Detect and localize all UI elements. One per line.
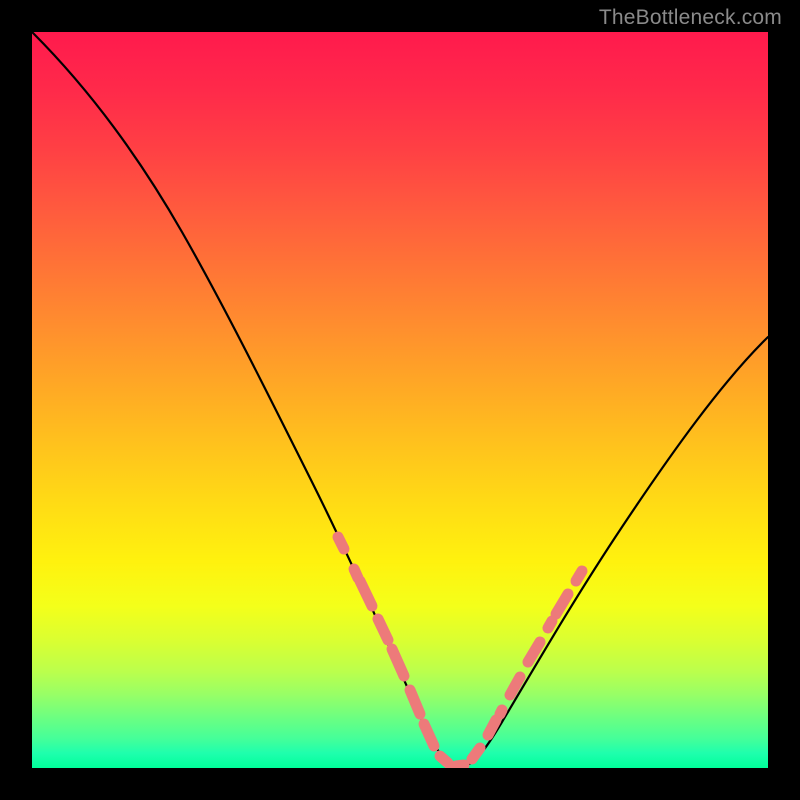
curve-layer bbox=[32, 32, 768, 768]
highlight-markers bbox=[338, 537, 582, 766]
chart-frame: TheBottleneck.com bbox=[0, 0, 800, 800]
watermark-text: TheBottleneck.com bbox=[599, 6, 782, 30]
plot-area bbox=[32, 32, 768, 768]
